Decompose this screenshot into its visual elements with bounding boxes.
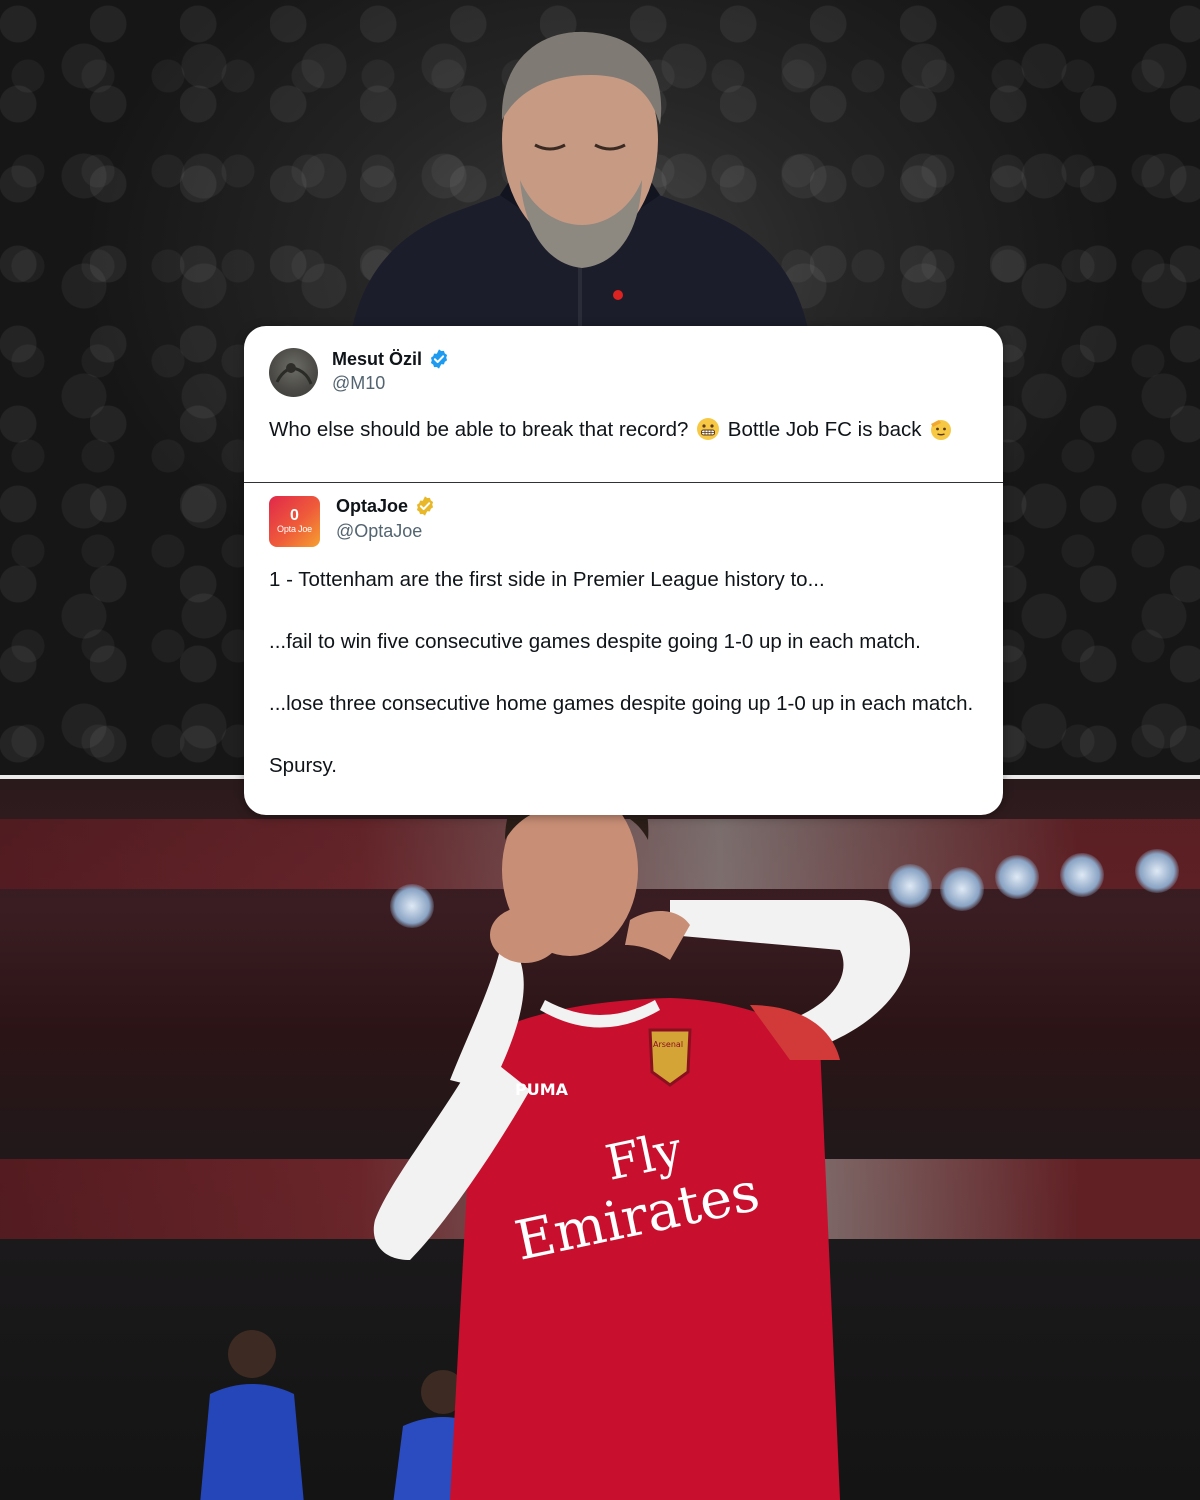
gold-verified-badge-icon — [416, 496, 434, 516]
jersey-crest-text: Arsenal — [653, 1040, 683, 1049]
tweet-main[interactable]: Mesut Özil @M10 Who else should be able … — [244, 326, 1003, 482]
author-avatar[interactable] — [269, 348, 318, 397]
verified-badge-icon — [430, 349, 448, 369]
quoted-author-name-row: OptaJoe — [336, 495, 436, 517]
quoted-tweet[interactable]: 0 Opta Joe OptaJoe @OptaJoe 1 - Tottenha… — [244, 483, 1003, 815]
quoted-author-name[interactable]: OptaJoe — [336, 496, 408, 517]
stadium-light — [1135, 849, 1179, 893]
player-celebration-image: Fly Emirates PUMA Arsenal — [373, 761, 910, 1500]
quoted-line: ...lose three consecutive home games des… — [269, 692, 974, 715]
stadium-light — [1060, 853, 1104, 897]
tweet-text-part2: Bottle Job FC is back — [727, 418, 922, 441]
quoted-line: 1 - Tottenham are the first side in Prem… — [269, 568, 825, 591]
quoted-tweet-text: 1 - Tottenham are the first side in Prem… — [269, 564, 989, 781]
tweet-text-part1: Who else should be able to break that re… — [269, 418, 689, 441]
author-handle[interactable]: @M10 — [332, 373, 385, 394]
opta-logo-zero: 0 — [290, 507, 299, 524]
quoted-line: ...fail to win five consecutive games de… — [269, 630, 921, 653]
background-player-image — [200, 1330, 304, 1500]
saluting-face-emoji-icon — [931, 420, 952, 440]
jersey-kit-brand: PUMA — [515, 1080, 569, 1099]
tweet-card[interactable]: Mesut Özil @M10 Who else should be able … — [244, 326, 1003, 815]
stadium-light — [995, 855, 1039, 899]
avatar-image — [275, 363, 313, 385]
author-name[interactable]: Mesut Özil — [332, 349, 422, 370]
quoted-author-handle[interactable]: @OptaJoe — [336, 521, 422, 542]
coach-looking-down-image — [350, 31, 810, 340]
quoted-line: Spursy. — [269, 754, 337, 777]
grimacing-face-emoji-icon — [697, 418, 720, 440]
tweet-text: Who else should be able to break that re… — [269, 414, 974, 445]
quoted-author-avatar[interactable]: 0 Opta Joe — [269, 496, 320, 547]
author-name-row: Mesut Özil — [332, 348, 450, 370]
stadium-light — [940, 867, 984, 911]
opta-logo-word: Opta Joe — [277, 524, 312, 534]
